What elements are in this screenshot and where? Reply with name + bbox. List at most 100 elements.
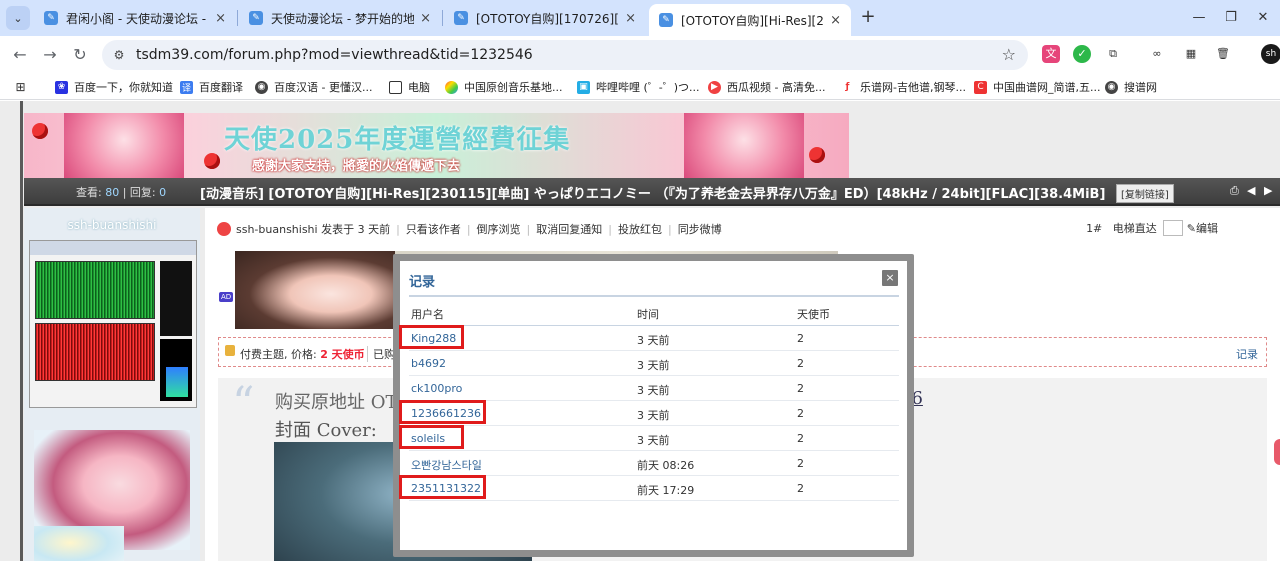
translate-icon: 译 [180, 80, 193, 94]
next-thread-icon[interactable]: ▶ [1264, 184, 1272, 197]
bookmark-label: 中国曲谱网_简谱,五... [993, 81, 1101, 94]
qr-code-icon[interactable]: ▦ [1182, 45, 1200, 63]
site-favicon-icon: ✎ [659, 13, 673, 27]
tab-strip: ⌄ ✎ 君闲小阁 - 天使动漫论坛 - 梦开始的地方 × ✎ 天使动漫论坛 - … [0, 0, 1280, 36]
donation-banner[interactable]: 天使2025年度運營經費征集 感謝大家支持，將愛的火焰傳遞下去 [24, 113, 849, 180]
table-row: King288 3 天前 2 [409, 326, 899, 351]
back-icon[interactable]: ← [8, 43, 32, 67]
extension-green-icon[interactable]: ✓ [1073, 45, 1091, 63]
cover-label: 封面 Cover: [275, 420, 377, 441]
replies-label: | 回复: [122, 186, 156, 199]
tab-1[interactable]: ✎ 君闲小阁 - 天使动漫论坛 - 梦开始的地方 × [34, 4, 236, 32]
forward-icon[interactable]: → [38, 43, 62, 67]
bookmark-item[interactable]: 中国原创音乐基地... [445, 78, 563, 96]
tab-title: 天使动漫论坛 - 梦开始的地方 [271, 11, 415, 26]
link-icon[interactable]: ∞ [1148, 45, 1166, 63]
table-row: b4692 3 天前 2 [409, 351, 899, 376]
reload-icon[interactable]: ↻ [68, 43, 92, 67]
close-icon[interactable]: × [882, 270, 898, 286]
page-left-border [20, 101, 23, 561]
red-envelope-link[interactable]: 投放红包 [618, 221, 662, 237]
reverse-order-link[interactable]: 倒序浏览 [477, 221, 521, 237]
close-icon[interactable]: × [215, 11, 226, 26]
floor-jump-input[interactable] [1162, 220, 1183, 236]
paid-topic-label: 付费主题, 价格: [240, 348, 317, 361]
minimize-icon[interactable]: — [1184, 6, 1214, 30]
music-site-icon [445, 80, 458, 94]
scope-panel [160, 261, 192, 336]
col-coins: 天使币 [797, 308, 830, 321]
trash-icon[interactable]: 🗑 [1214, 45, 1232, 63]
bookmark-star-icon[interactable]: ☆ [1002, 45, 1016, 64]
close-icon[interactable]: × [625, 11, 636, 26]
folder-icon [389, 80, 402, 94]
bookmark-item[interactable]: C 中国曲谱网_简谱,五... [974, 78, 1101, 96]
coin-amount: 2 [797, 457, 804, 470]
copy-link-button[interactable]: [复制链接] [1116, 184, 1174, 203]
print-icon[interactable]: ⎙ [1230, 184, 1239, 198]
bookmark-item[interactable]: 译百度翻译 [180, 78, 243, 96]
bookmark-item[interactable]: ▶ 西瓜视频 - 高清免... [708, 78, 825, 96]
purchase-time: 3 天前 [637, 434, 670, 447]
music-score-icon: ƒ [841, 80, 854, 94]
bookmark-label: 百度汉语 - 更懂汉... [274, 81, 373, 94]
baidu-icon: ❀ [55, 80, 68, 94]
edit-link[interactable]: 编辑 [1196, 220, 1218, 236]
site-info-icon[interactable]: ⚙ [110, 46, 128, 64]
tab-3[interactable]: ✎ [OTOTOY自购][170726][Lossless × [444, 4, 646, 32]
prev-thread-icon[interactable]: ◀ [1247, 184, 1255, 197]
bookmark-item[interactable]: ❀ 百度一下，你就知道 [55, 78, 173, 96]
bookmark-item[interactable]: ◉ 百度汉语 - 更懂汉... [255, 78, 372, 96]
address-bar[interactable]: ⚙ tsdm39.com/forum.php?mod=viewthread&ti… [102, 40, 1028, 70]
spectrum-panel [160, 339, 192, 401]
bookmark-label: 百度一下，你就知道 [74, 81, 173, 94]
edit-icon[interactable]: ✎ [1187, 222, 1196, 235]
tab-title: 君闲小阁 - 天使动漫论坛 - 梦开始的地方 [66, 11, 209, 26]
new-tab-button[interactable]: + [856, 6, 880, 30]
table-row: ck100pro 3 天前 2 [409, 376, 899, 401]
bookmark-item[interactable]: ▣ 哔哩哔哩 (゜-゜)つ... [577, 78, 700, 96]
banner-character-right [684, 113, 804, 180]
bookmark-item[interactable]: ◉ 搜谱网 [1105, 78, 1157, 96]
url-text[interactable]: tsdm39.com/forum.php?mod=viewthread&tid=… [136, 47, 533, 63]
spectrum-bars [166, 367, 188, 397]
cancel-notify-link[interactable]: 取消回复通知 [536, 221, 602, 237]
tab-search-icon[interactable]: ⌄ [6, 6, 30, 30]
bookmark-folder[interactable]: 电脑 [389, 78, 430, 96]
cherry-icon [204, 153, 220, 169]
bookmark-label: 搜谱网 [1124, 81, 1157, 94]
post-author-link[interactable]: ssh-buanshishi [236, 223, 318, 236]
close-icon[interactable]: × [830, 13, 841, 28]
banner-character-left [64, 113, 184, 180]
tab-4-active[interactable]: ✎ [OTOTOY自购][Hi-Res][230115] × [649, 4, 851, 36]
banner-subtitle: 感謝大家支持，將愛的火焰傳遞下去 [252, 159, 461, 174]
restore-icon[interactable]: ❐ [1216, 6, 1246, 30]
purchase-time: 3 天前 [637, 334, 670, 347]
author-badge-image [34, 526, 124, 561]
only-author-link[interactable]: 只看该作者 [406, 221, 461, 237]
site-favicon-icon: ✎ [454, 11, 468, 25]
purchase-time: 3 天前 [637, 409, 670, 422]
col-time: 时间 [637, 308, 659, 321]
close-icon[interactable]: × [420, 11, 431, 26]
username-link[interactable]: ck100pro [411, 382, 462, 395]
username-link[interactable]: 오빤강남스타일 [411, 457, 482, 473]
floor-nav: 1# 电梯直达 ✎ 编辑 [1086, 220, 1218, 236]
sync-weibo-link[interactable]: 同步微博 [678, 221, 722, 237]
apps-grid-icon[interactable]: ⊞ [14, 78, 33, 96]
replies-count: 0 [159, 186, 167, 199]
username-link[interactable]: b4692 [411, 357, 446, 370]
window-close-icon[interactable]: ✕ [1248, 6, 1278, 30]
dialog-title: 记录 [409, 275, 436, 290]
records-link[interactable]: 记录 [1236, 346, 1258, 362]
purchase-source-text: 购买原地址 OT [275, 392, 398, 413]
floating-scroll-button[interactable] [1274, 439, 1280, 465]
profile-avatar[interactable]: sh [1261, 44, 1280, 64]
xigua-video-icon: ▶ [708, 80, 721, 94]
author-name[interactable]: ssh-buanshishi [24, 218, 200, 232]
translate-extension-icon[interactable]: 文 [1042, 45, 1060, 63]
bookmark-item[interactable]: ƒ 乐谱网-吉他谱,钢琴... [841, 78, 966, 96]
tab-2[interactable]: ✎ 天使动漫论坛 - 梦开始的地方 × [239, 4, 441, 32]
extensions-puzzle-icon[interactable]: ⧉ [1104, 45, 1122, 63]
table-row: soleils 3 天前 2 [409, 426, 899, 451]
